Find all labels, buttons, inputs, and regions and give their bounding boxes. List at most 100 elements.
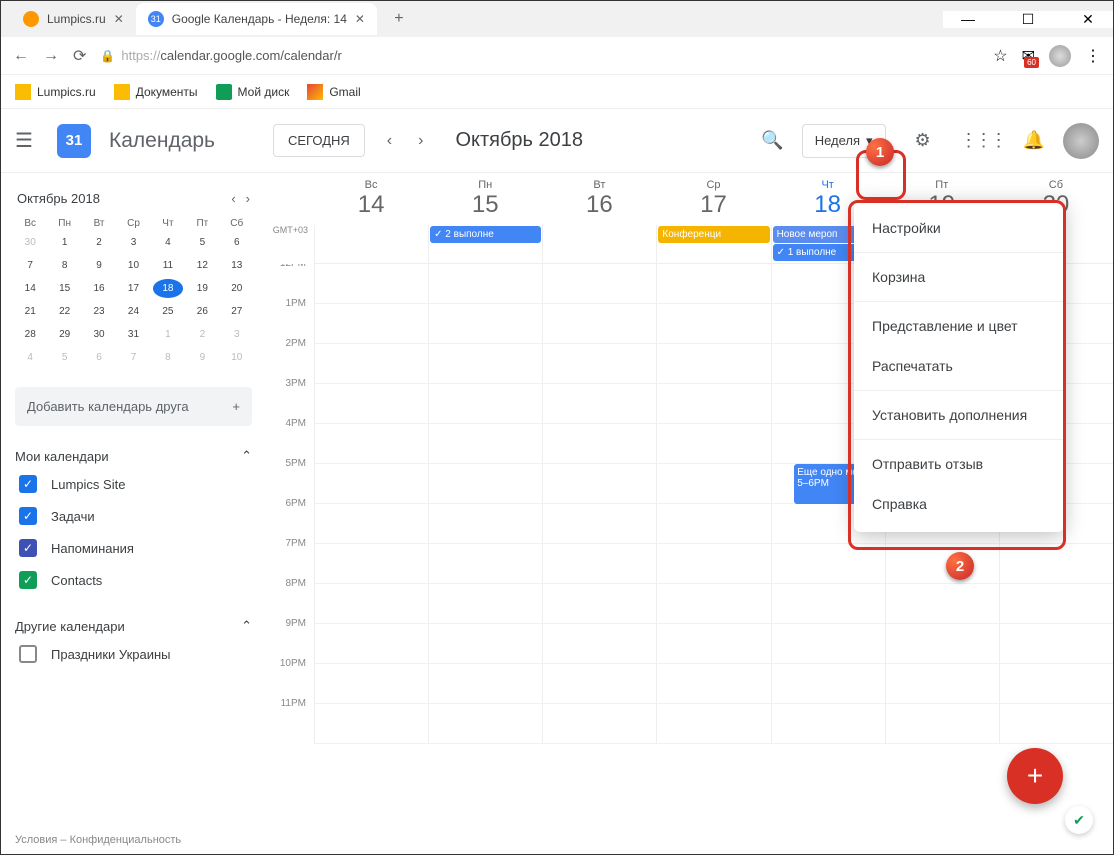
settings-menu-item[interactable]: Справка [854, 484, 1064, 524]
minical-day[interactable]: 19 [187, 279, 217, 298]
hour-column[interactable] [314, 264, 428, 744]
minical-day[interactable]: 15 [49, 279, 79, 298]
my-calendars-header[interactable]: Мои календари⌃ [15, 444, 252, 468]
view-selector[interactable]: Неделя▾ [802, 124, 886, 158]
bookmark-item[interactable]: Документы [114, 84, 198, 100]
profile-avatar-small[interactable] [1049, 45, 1071, 67]
minical-day[interactable]: 8 [153, 348, 183, 367]
minical-day[interactable]: 18 [153, 279, 183, 298]
minical-day[interactable]: 7 [15, 256, 45, 275]
calendar-item[interactable]: ✓Напоминания [15, 532, 252, 564]
bookmark-item[interactable]: Gmail [307, 84, 360, 100]
notifications-icon[interactable]: 🔔 [1023, 130, 1045, 151]
minical-day[interactable]: 3 [222, 325, 252, 344]
minical-day[interactable]: 2 [84, 233, 114, 252]
calendar-item[interactable]: Праздники Украины [15, 638, 252, 670]
account-avatar[interactable] [1063, 123, 1099, 159]
minical-day[interactable]: 13 [222, 256, 252, 275]
mini-calendar[interactable]: ВсПнВтСрЧтПтСб30123456789101112131415161… [15, 218, 252, 367]
minical-day[interactable]: 1 [153, 325, 183, 344]
minical-day[interactable]: 16 [84, 279, 114, 298]
minical-day[interactable]: 24 [118, 302, 148, 321]
allday-cell[interactable]: ✓ 2 выполне [428, 225, 542, 263]
tab-close-icon[interactable]: ✕ [114, 12, 124, 26]
minical-day[interactable]: 31 [118, 325, 148, 344]
window-minimize[interactable]: — [953, 11, 983, 27]
bookmark-item[interactable]: Lumpics.ru [15, 84, 96, 100]
minical-day[interactable]: 10 [118, 256, 148, 275]
minical-day[interactable]: 27 [222, 302, 252, 321]
reload-button[interactable]: ⟳ [73, 46, 86, 66]
footer-links[interactable]: Условия – Конфиденциальность [15, 834, 181, 846]
window-close[interactable]: ✕ [1073, 11, 1103, 28]
minical-day[interactable]: 7 [118, 348, 148, 367]
minical-day[interactable]: 9 [84, 256, 114, 275]
back-button[interactable]: ← [13, 47, 29, 65]
day-header[interactable]: Вт16 [542, 173, 656, 225]
minical-day[interactable]: 1 [49, 233, 79, 252]
gmail-icon[interactable]: ✉60 [1022, 46, 1035, 66]
minical-day[interactable]: 8 [49, 256, 79, 275]
minical-day[interactable]: 5 [49, 348, 79, 367]
browser-tab[interactable]: Lumpics.ru✕ [11, 3, 136, 35]
today-button[interactable]: СЕГОДНЯ [273, 124, 365, 157]
prev-period-button[interactable]: ‹ [383, 132, 396, 150]
google-apps-icon[interactable]: ⋮⋮⋮ [960, 130, 1005, 151]
settings-menu-item[interactable]: Отправить отзыв [854, 444, 1064, 484]
hour-column[interactable] [542, 264, 656, 744]
checkbox-icon[interactable]: ✓ [19, 507, 37, 525]
minical-next[interactable]: › [246, 191, 250, 206]
tab-close-icon[interactable]: ✕ [355, 12, 365, 26]
new-tab-button[interactable]: + [385, 5, 413, 33]
day-header[interactable]: Ср17 [656, 173, 770, 225]
minical-day[interactable]: 28 [15, 325, 45, 344]
allday-event[interactable]: Конференци [658, 226, 769, 243]
minical-day[interactable]: 21 [15, 302, 45, 321]
minical-day[interactable]: 2 [187, 325, 217, 344]
other-calendars-header[interactable]: Другие календари⌃ [15, 614, 252, 638]
url-field[interactable]: 🔒 https://calendar.google.com/calendar/r [100, 48, 979, 63]
checkbox-icon[interactable]: ✓ [19, 475, 37, 493]
settings-menu-item[interactable]: Распечатать [854, 346, 1064, 386]
minical-day[interactable]: 30 [15, 233, 45, 252]
minical-day[interactable]: 23 [84, 302, 114, 321]
minical-day[interactable]: 12 [187, 256, 217, 275]
checkbox-icon[interactable]: ✓ [19, 539, 37, 557]
minical-day[interactable]: 6 [222, 233, 252, 252]
minical-day[interactable]: 22 [49, 302, 79, 321]
minical-day[interactable]: 17 [118, 279, 148, 298]
minical-day[interactable]: 3 [118, 233, 148, 252]
allday-event[interactable]: ✓ 2 выполне [430, 226, 541, 243]
next-period-button[interactable]: › [414, 132, 427, 150]
minical-day[interactable]: 5 [187, 233, 217, 252]
allday-cell[interactable] [542, 225, 656, 263]
window-maximize[interactable]: ☐ [1013, 11, 1043, 28]
bookmark-item[interactable]: Мой диск [216, 84, 290, 100]
minical-day[interactable]: 4 [15, 348, 45, 367]
day-header[interactable]: Вс14 [314, 173, 428, 225]
minical-day[interactable]: 10 [222, 348, 252, 367]
day-header[interactable]: Пн15 [428, 173, 542, 225]
minical-day[interactable]: 30 [84, 325, 114, 344]
minical-day[interactable]: 14 [15, 279, 45, 298]
browser-tab[interactable]: 31Google Календарь - Неделя: 14✕ [136, 3, 377, 35]
settings-menu-item[interactable]: Настройки [854, 208, 1064, 248]
minical-day[interactable]: 11 [153, 256, 183, 275]
bookmark-star-icon[interactable]: ☆ [993, 46, 1007, 66]
browser-menu-icon[interactable]: ⋮ [1085, 46, 1101, 66]
create-event-fab[interactable]: + [1007, 748, 1063, 804]
allday-cell[interactable]: Конференци [656, 225, 770, 263]
forward-button[interactable]: → [43, 47, 59, 65]
allday-cell[interactable] [314, 225, 428, 263]
search-icon[interactable]: 🔍 [761, 130, 783, 151]
calendar-item[interactable]: ✓Contacts [15, 564, 252, 596]
hour-column[interactable] [428, 264, 542, 744]
minical-day[interactable]: 9 [187, 348, 217, 367]
settings-menu-item[interactable]: Представление и цвет [854, 306, 1064, 346]
settings-gear-button[interactable]: ⚙ [904, 122, 942, 160]
minical-day[interactable]: 4 [153, 233, 183, 252]
checkbox-icon[interactable]: ✓ [19, 571, 37, 589]
minical-prev[interactable]: ‹ [231, 191, 235, 206]
main-menu-icon[interactable]: ☰ [15, 128, 39, 153]
shield-icon[interactable]: ✔ [1065, 806, 1093, 834]
